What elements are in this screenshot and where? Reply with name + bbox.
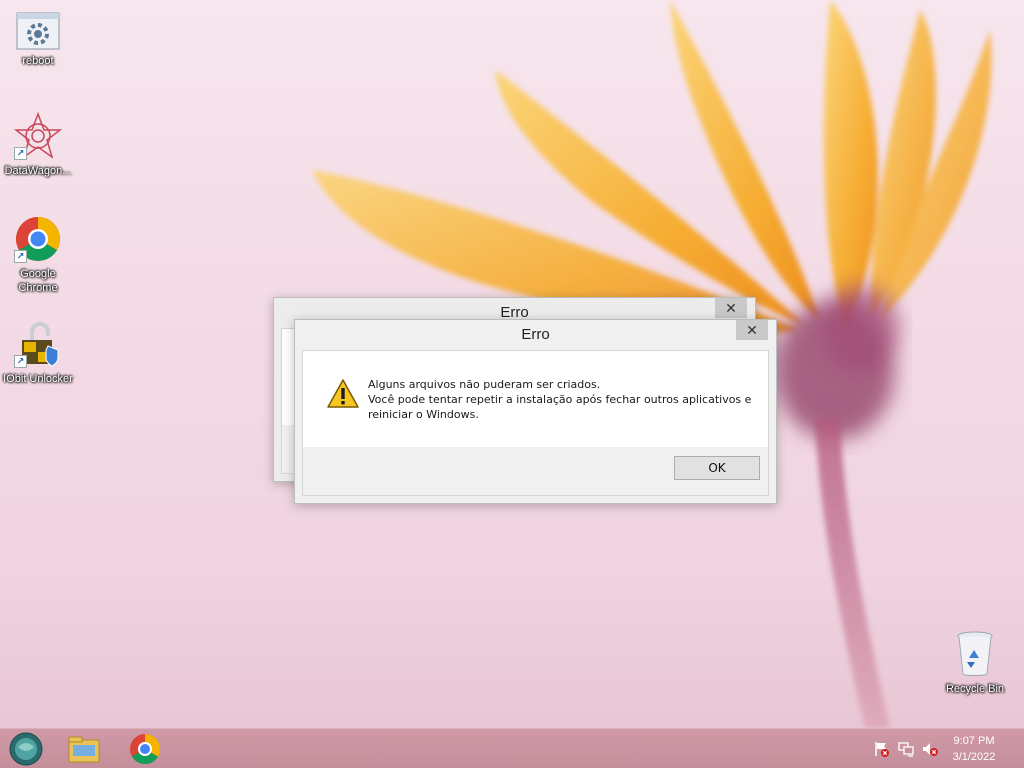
desktop-icon-label: reboot [22, 55, 54, 67]
shortcut-arrow-icon: ↗ [14, 355, 27, 368]
chrome-icon[interactable] [125, 731, 169, 767]
desktop-icon-label: Recycle Bin [945, 683, 1005, 695]
clock-date: 3/1/2022 [952, 751, 996, 763]
desktop-icon-iobit-unlocker[interactable]: ↗ IObit Unlocker [0, 320, 76, 386]
desktop-icon-label: Google Chrome [18, 268, 58, 294]
shortcut-arrow-icon: ↗ [14, 147, 27, 160]
dialog-message: Alguns arquivos não puderam ser criados.… [368, 377, 758, 422]
system-clock[interactable]: 9:07 PM 3/1/2022 [944, 733, 1004, 765]
taskbar: 9:07 PM 3/1/2022 [0, 728, 1024, 768]
chrome-icon: ↗ [14, 215, 62, 263]
dialog-message-line1: Alguns arquivos não puderam ser criados. [368, 378, 601, 391]
clock-time: 9:07 PM [953, 735, 995, 747]
file-explorer-icon[interactable] [64, 731, 108, 767]
recycle-bin-icon [955, 630, 995, 678]
datawagon-star-icon: ↗ [13, 111, 63, 160]
desktop-icon-label: DataWagon... [4, 165, 72, 177]
shortcut-arrow-icon: ↗ [14, 250, 27, 263]
desktop-icon-chrome[interactable]: ↗ Google Chrome [0, 215, 76, 295]
ok-button[interactable]: OK [674, 456, 760, 480]
volume-muted-icon[interactable] [922, 741, 938, 757]
dialog-client-area: Alguns arquivos não puderam ser criados.… [302, 350, 769, 496]
unlock-padlock-icon: ↗ [14, 320, 62, 368]
dialog-title: Erro [521, 326, 550, 343]
error-dialog: Erro ✕ Alguns arquivos não puderam ser c… [294, 319, 777, 504]
network-icon[interactable] [898, 741, 914, 757]
action-center-flag-icon[interactable] [874, 741, 890, 757]
desktop-icon-label: IObit Unlocker [3, 373, 73, 385]
gear-window-icon [16, 12, 60, 50]
close-button[interactable]: ✕ [736, 320, 768, 340]
desktop-icon-recycle-bin[interactable]: Recycle Bin [937, 630, 1013, 696]
warning-icon [327, 379, 359, 409]
dialog-content-area: Alguns arquivos não puderam ser criados.… [303, 351, 768, 447]
start-orb-icon[interactable] [6, 731, 50, 767]
close-button[interactable]: ✕ [715, 298, 747, 318]
dialog-message-line2: Você pode tentar repetir a instalação ap… [368, 393, 752, 421]
desktop-icon-datawagon[interactable]: ↗ DataWagon... [0, 111, 76, 178]
desktop-icon-reboot[interactable]: reboot [0, 12, 76, 68]
